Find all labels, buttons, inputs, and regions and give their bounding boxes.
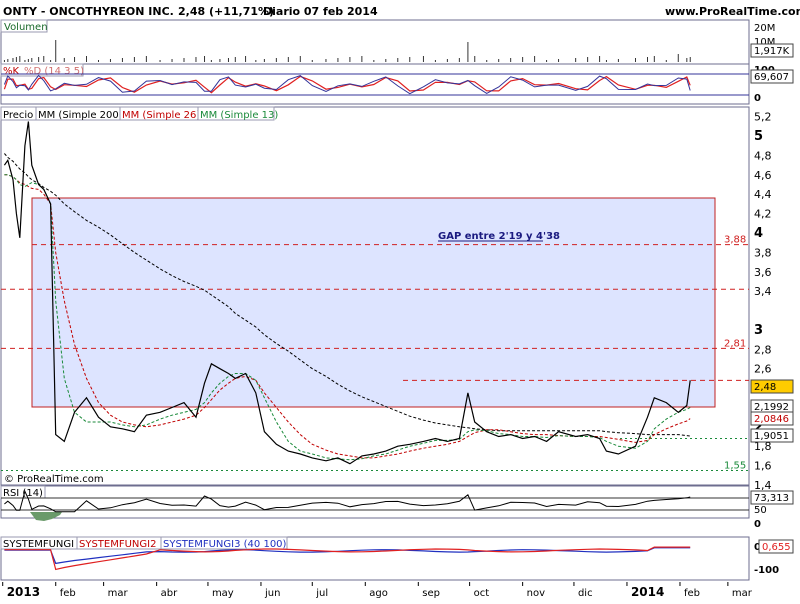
fungi3-label: SYSTEMFUNGI3 (40 100) — [163, 539, 287, 550]
stoch-d-label: %D (14 3 5) — [24, 66, 84, 77]
volume-label: Volumen — [4, 22, 48, 33]
site-label: www.ProRealTime.com — [665, 5, 800, 18]
price-tick: 1,4 — [754, 479, 772, 492]
x-label: 2014 — [631, 585, 664, 599]
fungi-badge-text: 0,655 — [762, 542, 791, 553]
x-label: jul — [315, 588, 328, 599]
price-badge-text: 2,0846 — [754, 414, 789, 425]
price-badge-text: 2,1992 — [754, 402, 789, 413]
ticker-title: ONTY - ONCOTHYREON INC. — [3, 5, 174, 18]
price-tick: 5 — [754, 129, 763, 144]
volume-panel — [0, 19, 750, 65]
x-label: nov — [527, 588, 545, 599]
stoch-tick-0: 0 — [754, 93, 761, 104]
x-label: feb — [60, 588, 76, 599]
gap-zone — [31, 197, 716, 408]
x-label: may — [212, 588, 234, 599]
price-badges: 2,48 2,19922,0846 1,9051 — [750, 379, 794, 443]
price-tick: 3,6 — [754, 266, 772, 279]
fungi2-label: SYSTEMFUNGI2 — [79, 539, 156, 550]
price-tick: 2,6 — [754, 363, 772, 376]
x-label: mar — [732, 588, 753, 599]
tab-sma26-label: MM (Simple 26) — [122, 110, 200, 121]
x-label: abr — [161, 588, 178, 599]
price-badge-text: 1,9051 — [754, 431, 789, 442]
x-label: 2013 — [7, 585, 40, 599]
price-tick: 4,6 — [754, 169, 772, 182]
tab-precio-label: Precio — [3, 110, 33, 121]
stoch-badge-text: 69,607 — [754, 72, 789, 83]
price-tick: 3,4 — [754, 285, 772, 298]
x-label: jun — [264, 588, 280, 599]
price-tick: 4,8 — [754, 149, 772, 162]
level-label: 2,81 — [724, 338, 746, 349]
price-tick: 4 — [754, 226, 763, 241]
stoch-k-label: %K — [3, 66, 20, 77]
volume-badge-text: 1,917K — [754, 46, 790, 57]
level-label: 3,88 — [724, 235, 746, 246]
x-label: oct — [474, 588, 490, 599]
price-tick: 1,6 — [754, 460, 772, 473]
price-tick: 3,8 — [754, 246, 772, 259]
x-label: sep — [422, 588, 440, 599]
x-axis: 2013 feb mar abr may jun jul ago sep oct nov dic 201… — [2, 582, 753, 599]
price-badge-text: 2,48 — [754, 382, 776, 393]
price-tick: 4,4 — [754, 188, 772, 201]
copyright: © ProRealTime.com — [4, 474, 104, 485]
stock-chart: ONTY - ONCOTHYREON INC. 2,48 (+11,71%) D… — [0, 0, 800, 599]
price-tick: 5,2 — [754, 111, 772, 124]
rsi-panel — [0, 485, 750, 519]
x-label: ago — [369, 588, 388, 599]
tab-sma200-label: MM (Simple 200) — [38, 110, 123, 121]
price-change: 2,48 (+11,71%) — [178, 5, 274, 18]
volume-tick-20m: 20M — [754, 23, 775, 34]
rsi-badge-text: 73,313 — [754, 493, 789, 504]
gap-annotation: GAP entre 2'19 y 4'38 — [438, 231, 560, 242]
rsi-tick-50: 50 — [754, 505, 767, 516]
tab-sma13-label: MM (Simple 13) — [200, 110, 278, 121]
price-tick: 3 — [754, 323, 763, 338]
price-tick: 4,2 — [754, 208, 772, 221]
level-label: 1,55 — [724, 460, 746, 471]
x-label: dic — [578, 588, 593, 599]
period-date: Diario 07 feb 2014 — [263, 5, 378, 18]
x-label: mar — [108, 588, 129, 599]
price-tick: 2,8 — [754, 343, 772, 356]
fungi-label: SYSTEMFUNGI — [3, 539, 74, 550]
fungi-tick-neg100: -100 — [754, 565, 779, 576]
rsi-tick-0: 0 — [754, 519, 761, 530]
x-label: feb — [684, 588, 700, 599]
